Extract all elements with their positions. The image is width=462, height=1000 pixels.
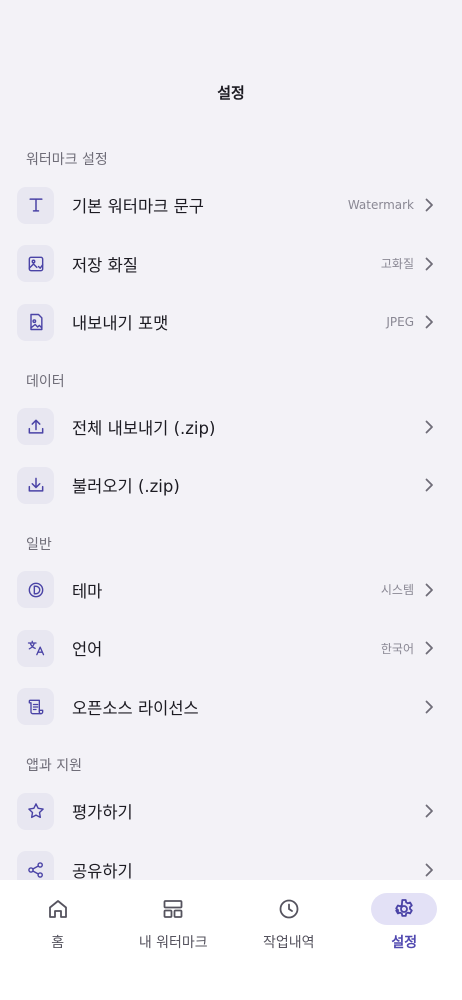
- export-all-row[interactable]: 전체 내보내기 (.zip): [0, 398, 462, 457]
- row-label: 저장 화질: [72, 255, 138, 275]
- row-value: 시스템: [380, 583, 414, 598]
- history-clock-icon: [256, 893, 322, 925]
- row-label: 전체 내보내기 (.zip): [72, 418, 216, 438]
- row-value: 고화질: [380, 257, 414, 272]
- row-value: 한국어: [380, 641, 414, 656]
- row-value: Watermark: [347, 198, 414, 213]
- section-title-general: 일반: [26, 536, 52, 553]
- upload-icon: [17, 408, 54, 446]
- layout-icon: [140, 893, 206, 925]
- theme-row[interactable]: 테마 시스템: [0, 561, 462, 620]
- row-label: 내보내기 포맷: [72, 314, 169, 334]
- image-file-icon: [17, 303, 54, 341]
- open-source-license-row[interactable]: 오픈소스 라이선스: [0, 678, 462, 737]
- row-value: JPEG: [386, 315, 414, 330]
- row-label: 기본 워터마크 문구: [72, 197, 204, 217]
- gear-icon: [371, 893, 438, 925]
- nav-label: 작업내역: [262, 935, 315, 951]
- chevron-right-icon: [424, 863, 434, 877]
- section-title-watermark: 워터마크 설정: [26, 152, 108, 168]
- home-icon: [25, 893, 91, 925]
- page-title: 설정: [217, 84, 245, 102]
- row-label: 오픈소스 라이선스: [72, 698, 199, 718]
- import-row[interactable]: 불러오기 (.zip): [0, 456, 462, 515]
- nav-home[interactable]: 홈: [0, 880, 116, 980]
- chevron-right-icon: [424, 198, 434, 212]
- image-quality-icon: [17, 245, 54, 283]
- chevron-right-icon: [424, 257, 434, 271]
- language-row[interactable]: 언어 한국어: [0, 619, 462, 678]
- text-icon: [17, 186, 54, 224]
- nav-label: 내 워터마크: [138, 935, 208, 951]
- export-format-row[interactable]: 내보내기 포맷 JPEG: [0, 293, 462, 352]
- chevron-right-icon: [424, 583, 434, 597]
- bottom-navigation: 홈 내 워터마크 작업내역 설정: [0, 880, 462, 1000]
- row-label: 공유하기: [72, 861, 133, 881]
- nav-label: 홈: [51, 935, 65, 951]
- translate-icon: [17, 629, 54, 667]
- section-title-support: 앱과 지원: [26, 758, 82, 774]
- row-label: 평가하기: [72, 803, 133, 823]
- license-scroll-icon: [17, 688, 54, 726]
- save-quality-row[interactable]: 저장 화질 고화질: [0, 235, 462, 294]
- star-icon: [17, 792, 54, 830]
- nav-label: 설정: [391, 935, 418, 951]
- row-label: 언어: [72, 640, 103, 660]
- nav-my-watermarks[interactable]: 내 워터마크: [116, 880, 232, 980]
- download-icon: [17, 466, 54, 504]
- default-watermark-text-row[interactable]: 기본 워터마크 문구 Watermark: [0, 176, 462, 235]
- row-label: 불러오기 (.zip): [72, 477, 180, 497]
- chevron-right-icon: [424, 641, 434, 655]
- nav-history[interactable]: 작업내역: [231, 880, 347, 980]
- chevron-right-icon: [424, 804, 434, 818]
- row-label: 테마: [72, 581, 103, 601]
- chevron-right-icon: [424, 315, 434, 329]
- chevron-right-icon: [424, 478, 434, 492]
- chevron-right-icon: [424, 420, 434, 434]
- top-bar: 설정: [0, 0, 462, 130]
- rate-app-row[interactable]: 평가하기: [0, 782, 462, 841]
- nav-settings[interactable]: 설정: [347, 880, 462, 980]
- theme-icon: [17, 571, 54, 609]
- section-title-data: 데이터: [26, 373, 65, 390]
- settings-list: 워터마크 설정 기본 워터마크 문구 Watermark 저장 화질 고화질 내…: [0, 130, 462, 899]
- chevron-right-icon: [424, 700, 434, 714]
